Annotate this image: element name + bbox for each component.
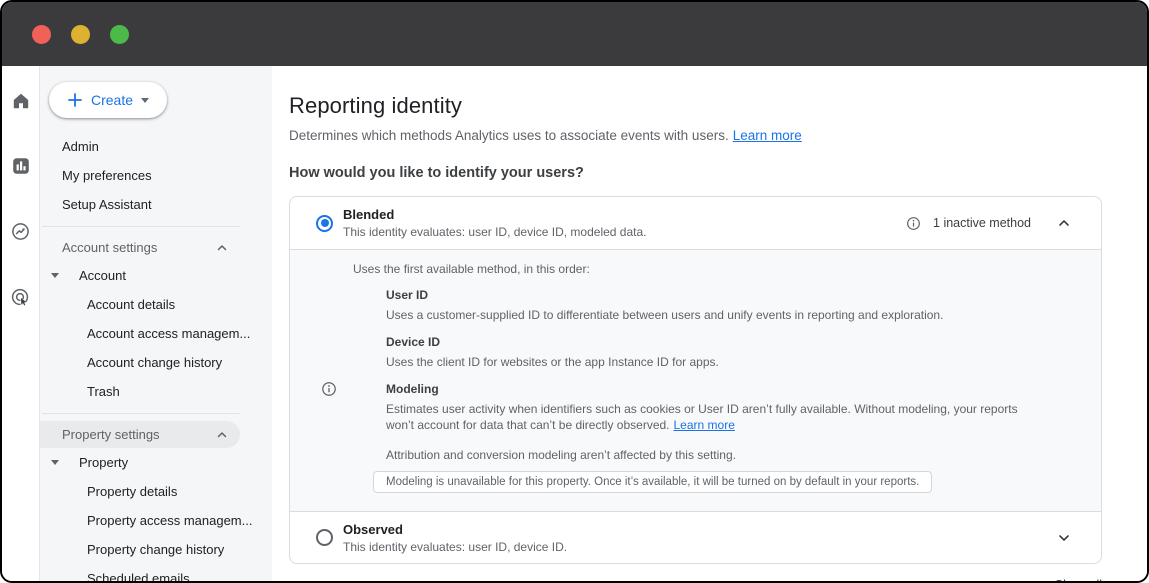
sidebar-item-property-change-history[interactable]: Property change history (40, 535, 272, 564)
learn-more-link[interactable]: Learn more (733, 128, 802, 143)
section-header-label: Account settings (62, 240, 157, 255)
chevron-up-icon (1057, 216, 1071, 230)
home-icon[interactable] (12, 92, 30, 110)
sidebar-item-label: Property access managem... (87, 513, 252, 528)
observed-option-text: Observed This identity evaluates: user I… (343, 522, 567, 554)
sidebar-item-label: Scheduled emails (87, 571, 190, 581)
tree-item-account[interactable]: Account (40, 261, 272, 290)
method-description: Estimates user activity when identifiers… (386, 401, 1036, 433)
sidebar-item-label: Account change history (87, 355, 222, 370)
learn-more-link[interactable]: Learn more (674, 418, 735, 432)
sidebar-item-label: Account access managem... (87, 326, 250, 341)
chevron-down-icon (141, 98, 149, 103)
identity-options-card: Blended This identity evaluates: user ID… (289, 196, 1102, 564)
sidebar-item-property-details[interactable]: Property details (40, 477, 272, 506)
tree-item-label: Account (79, 268, 126, 283)
app-body: Create Admin My preferences Setup Assist… (2, 66, 1147, 581)
modeling-unavailable-alert: Modeling is unavailable for this propert… (373, 471, 932, 493)
attribution-note: Attribution and conversion modeling aren… (386, 448, 1036, 462)
footer-actions: Save Cancel (289, 578, 1102, 581)
inactive-method-label: 1 inactive method (933, 216, 1031, 230)
observed-option-row: Observed This identity evaluates: user I… (290, 511, 1101, 563)
sidebar-item-trash[interactable]: Trash (40, 377, 272, 406)
method-description: Uses the client ID for websites or the a… (386, 354, 1036, 370)
sidebar-item-my-preferences[interactable]: My preferences (40, 161, 272, 190)
tree-item-property[interactable]: Property (40, 448, 272, 477)
chevron-up-icon (216, 242, 228, 254)
blended-option-title: Blended (343, 207, 647, 222)
zoom-window-button[interactable] (110, 25, 129, 44)
inactive-method-badge: 1 inactive method (906, 216, 1031, 231)
method-name: Modeling (386, 382, 1036, 397)
sidebar-item-property-access-management[interactable]: Property access managem... (40, 506, 272, 535)
sidebar-item-label: My preferences (62, 168, 152, 183)
sidebar-item-admin[interactable]: Admin (40, 132, 272, 161)
observed-radio[interactable] (316, 529, 333, 546)
method-order-intro: Uses the first available method, in this… (353, 262, 1036, 276)
blended-option-row: Blended This identity evaluates: user ID… (290, 197, 1101, 249)
sidebar-item-account-access-management[interactable]: Account access managem... (40, 319, 272, 348)
sidebar-item-label: Setup Assistant (62, 197, 152, 212)
plus-icon (67, 92, 83, 108)
tree-item-label: Property (79, 455, 128, 470)
app-window: Create Admin My preferences Setup Assist… (2, 2, 1147, 581)
show-all-link[interactable]: Show all (1055, 578, 1102, 581)
method-modeling: Modeling Estimates user activity when id… (386, 382, 1036, 433)
explore-icon[interactable] (11, 222, 30, 241)
sidebar-item-label: Property change history (87, 542, 224, 557)
close-window-button[interactable] (32, 25, 51, 44)
observed-option-subtitle: This identity evaluates: user ID, device… (343, 540, 567, 554)
sidebar-item-scheduled-emails[interactable]: Scheduled emails (40, 564, 272, 581)
minimize-window-button[interactable] (71, 25, 90, 44)
sidebar-item-label: Admin (62, 139, 99, 154)
blended-option-text: Blended This identity evaluates: user ID… (343, 207, 647, 239)
sidebar-item-label: Trash (87, 384, 120, 399)
blended-radio[interactable] (316, 215, 333, 232)
sidebar-item-setup-assistant[interactable]: Setup Assistant (40, 190, 272, 219)
section-header-property-settings[interactable]: Property settings (40, 421, 240, 448)
chevron-up-icon (216, 429, 228, 441)
blended-option-subtitle: This identity evaluates: user ID, device… (343, 225, 647, 239)
section-header-account-settings[interactable]: Account settings (40, 234, 240, 261)
method-device-id: Device ID Uses the client ID for website… (386, 335, 1036, 370)
info-icon[interactable] (906, 216, 921, 231)
create-button-label: Create (91, 92, 133, 108)
observed-option-title: Observed (343, 522, 567, 537)
sidebar-item-label: Account details (87, 297, 175, 312)
triangle-down-icon (51, 460, 59, 465)
reports-icon[interactable] (12, 157, 30, 175)
chevron-down-icon (1057, 531, 1071, 545)
window-titlebar (2, 2, 1147, 66)
sidebar-nav: Admin My preferences Setup Assistant Acc… (40, 132, 272, 581)
page-description: Determines which methods Analytics uses … (289, 128, 1102, 143)
method-name: Device ID (386, 335, 1036, 350)
sidebar-item-account-details[interactable]: Account details (40, 290, 272, 319)
method-name: User ID (386, 288, 1036, 303)
blended-collapse-chevron[interactable] (1057, 216, 1071, 230)
observed-expand-chevron[interactable] (1057, 531, 1071, 545)
method-description: Uses a customer-supplied ID to different… (386, 307, 1036, 323)
method-user-id: User ID Uses a customer-supplied ID to d… (386, 288, 1036, 323)
advertising-icon[interactable] (11, 288, 30, 307)
info-icon[interactable] (321, 381, 337, 401)
page-title: Reporting identity (289, 93, 1102, 119)
page-description-text: Determines which methods Analytics uses … (289, 128, 729, 143)
section-header-label: Property settings (62, 427, 160, 442)
sidebar-item-label: Property details (87, 484, 177, 499)
admin-sidebar: Create Admin My preferences Setup Assist… (40, 66, 272, 581)
divider (42, 226, 240, 227)
create-button[interactable]: Create (49, 82, 167, 118)
triangle-down-icon (51, 273, 59, 278)
identity-question: How would you like to identify your user… (289, 165, 1102, 181)
sidebar-item-account-change-history[interactable]: Account change history (40, 348, 272, 377)
main-content: Reporting identity Determines which meth… (272, 66, 1147, 581)
blended-expanded-panel: Uses the first available method, in this… (290, 249, 1101, 511)
divider (42, 413, 240, 414)
window-frame: Create Admin My preferences Setup Assist… (0, 0, 1149, 583)
nav-rail (2, 66, 40, 581)
page-footer: Show all Save Cancel (289, 578, 1102, 581)
